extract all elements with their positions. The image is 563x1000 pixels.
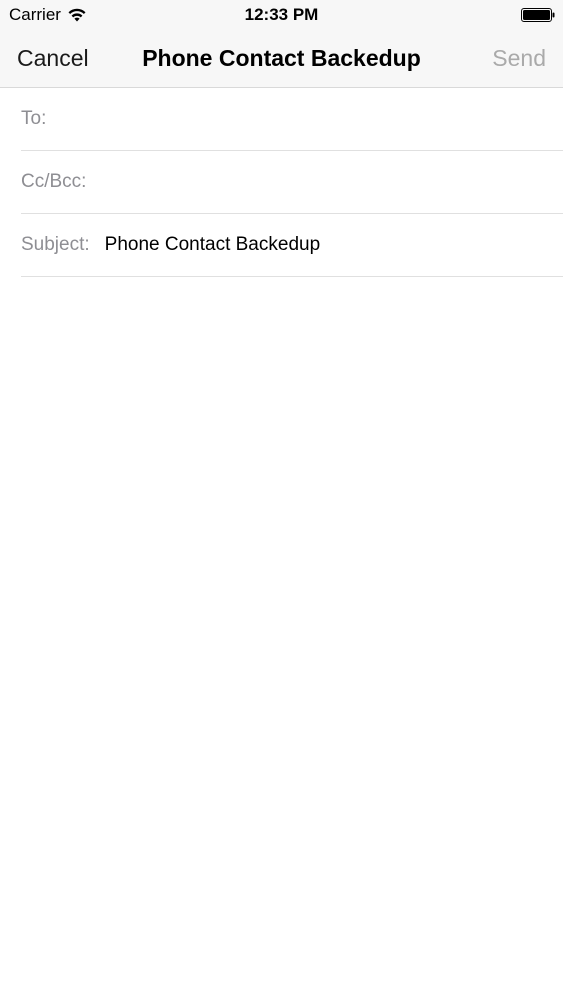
subject-label: Subject:: [21, 234, 90, 255]
to-label: To:: [21, 108, 47, 129]
message-body-field[interactable]: [0, 280, 563, 1000]
compose-form: To: Cc/Bcc: Subject:: [0, 88, 563, 277]
cancel-button[interactable]: Cancel: [17, 44, 89, 72]
to-row[interactable]: To:: [21, 88, 563, 151]
send-button[interactable]: Send: [492, 44, 546, 72]
cc-bcc-field[interactable]: [86, 162, 563, 202]
subject-row[interactable]: Subject:: [21, 214, 563, 277]
cc-bcc-label: Cc/Bcc:: [21, 171, 87, 192]
battery-icon: [521, 8, 555, 22]
top-chrome: Carrier 12:33 PM Cancel Phone Contact Ba…: [0, 0, 563, 88]
navigation-bar: Cancel Phone Contact Backedup Send: [0, 30, 563, 88]
status-bar: Carrier 12:33 PM: [0, 0, 563, 30]
status-time: 12:33 PM: [244, 5, 319, 24]
subject-field[interactable]: [89, 225, 563, 265]
cc-bcc-row[interactable]: Cc/Bcc:: [21, 151, 563, 214]
mail-compose-screen: Carrier 12:33 PM Cancel Phone Contact Ba…: [0, 0, 563, 1000]
to-field[interactable]: [46, 99, 563, 139]
